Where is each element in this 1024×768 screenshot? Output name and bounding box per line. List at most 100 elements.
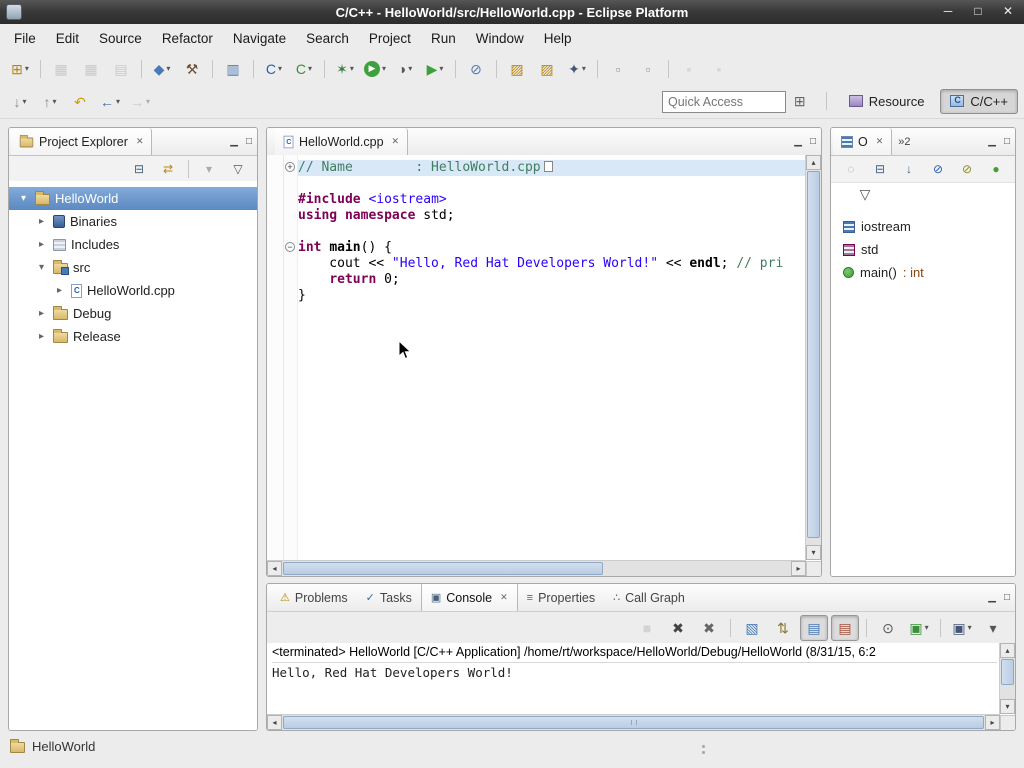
menu-file[interactable]: File bbox=[4, 27, 46, 50]
remove-launch-icon[interactable]: ✖ bbox=[664, 615, 692, 641]
debug-icon[interactable]: ✶▾ bbox=[331, 56, 359, 82]
hidden-tabs-indicator[interactable]: »2 bbox=[898, 136, 910, 148]
code-line[interactable]: using namespace std; bbox=[298, 208, 805, 224]
expander-collapsed-icon[interactable]: ▸ bbox=[35, 239, 48, 250]
menu-run[interactable]: Run bbox=[421, 27, 466, 50]
scroll-right-icon[interactable] bbox=[791, 561, 806, 576]
link-with-editor-icon[interactable]: ⇄ bbox=[155, 158, 181, 180]
code-line[interactable] bbox=[298, 224, 805, 240]
expander-expanded-icon[interactable]: ▾ bbox=[17, 193, 30, 204]
code-line[interactable]: } bbox=[298, 288, 805, 304]
external-tools-icon[interactable]: ▶▾ bbox=[421, 56, 449, 82]
console-output[interactable]: Hello, Red Hat Developers World! bbox=[272, 665, 997, 680]
dropdown-arrow-icon[interactable]: ▾ bbox=[968, 623, 972, 632]
tree-item-includes[interactable]: ▸Includes bbox=[9, 233, 257, 256]
tab-helloworld-cpp[interactable]: HelloWorld.cpp bbox=[275, 128, 408, 155]
outline-item-iostream[interactable]: iostream bbox=[831, 215, 1015, 238]
dropdown-arrow-icon[interactable]: ▾ bbox=[408, 64, 412, 73]
maximize-panel-button[interactable]: □ bbox=[246, 137, 252, 147]
collapse-all-icon[interactable]: ⊟ bbox=[126, 158, 152, 180]
minimize-button[interactable]: ─ bbox=[938, 2, 958, 20]
view-menu-icon[interactable]: ▽ bbox=[225, 158, 251, 180]
scroll-left-icon[interactable] bbox=[267, 715, 282, 730]
code-line[interactable]: int main() { bbox=[298, 240, 805, 256]
hide-static-members-icon[interactable]: ⊘ bbox=[954, 158, 980, 180]
tab-console[interactable]: ▣Console bbox=[421, 584, 518, 611]
toggle-mark-occurrences-icon[interactable]: ▫ bbox=[604, 56, 632, 82]
quick-access-input[interactable] bbox=[662, 91, 786, 113]
build-all-icon[interactable]: ⚒ bbox=[178, 56, 206, 82]
menu-search[interactable]: Search bbox=[296, 27, 359, 50]
open-perspective-icon[interactable]: ⊞ bbox=[786, 88, 814, 114]
menu-navigate[interactable]: Navigate bbox=[223, 27, 296, 50]
menu-window[interactable]: Window bbox=[466, 27, 534, 50]
hide-non-public-members-icon[interactable]: ● bbox=[983, 158, 1009, 180]
menu-edit[interactable]: Edit bbox=[46, 27, 89, 50]
scroll-up-icon[interactable] bbox=[1000, 643, 1015, 658]
scroll-down-icon[interactable] bbox=[1000, 699, 1015, 714]
expander-expanded-icon[interactable]: ▾ bbox=[35, 262, 48, 273]
profile-icon[interactable]: ◑▾ bbox=[391, 56, 419, 82]
scrollbar-thumb[interactable] bbox=[283, 562, 603, 575]
tab-project-explorer[interactable]: Project Explorer bbox=[11, 128, 152, 155]
scrollbar-thumb[interactable] bbox=[1001, 659, 1014, 685]
scroll-left-icon[interactable] bbox=[267, 561, 282, 576]
editor-vertical-scrollbar[interactable] bbox=[805, 155, 821, 560]
clear-console-icon[interactable]: ▧ bbox=[738, 615, 766, 641]
collapse-all-icon[interactable]: ⊟ bbox=[867, 158, 893, 180]
code-line[interactable]: // Name : HelloWorld.cpp bbox=[298, 160, 805, 176]
run-icon[interactable]: ▶▾ bbox=[361, 56, 389, 82]
menu-source[interactable]: Source bbox=[89, 27, 152, 50]
scrollbar-thumb[interactable] bbox=[807, 171, 820, 538]
scroll-up-icon[interactable] bbox=[806, 155, 821, 170]
dropdown-arrow-icon[interactable]: ▾ bbox=[146, 97, 150, 106]
menu-refactor[interactable]: Refactor bbox=[152, 27, 223, 50]
remove-all-terminated-icon[interactable]: ✖ bbox=[695, 615, 723, 641]
tree-item-release[interactable]: ▸Release bbox=[9, 325, 257, 348]
dropdown-arrow-icon[interactable]: ▾ bbox=[25, 64, 29, 73]
build-project-icon[interactable]: ▥ bbox=[219, 56, 247, 82]
tab-properties[interactable]: ≡Properties bbox=[518, 584, 604, 611]
code-line[interactable]: #include <iostream> bbox=[298, 192, 805, 208]
outline-item-main-[interactable]: main() : int bbox=[831, 261, 1015, 284]
expander-collapsed-icon[interactable]: ▸ bbox=[35, 331, 48, 342]
code-line[interactable]: cout << "Hello, Red Hat Developers World… bbox=[298, 256, 805, 272]
perspective-cc-button[interactable]: C/C++ bbox=[940, 89, 1018, 114]
scroll-right-icon[interactable] bbox=[985, 715, 1000, 730]
close-tab-icon[interactable] bbox=[392, 136, 400, 147]
new-source-file-icon[interactable]: C▾ bbox=[260, 56, 288, 82]
dropdown-arrow-icon[interactable]: ▾ bbox=[350, 64, 354, 73]
previous-annotation-icon[interactable]: ↑▾ bbox=[36, 89, 64, 115]
show-stdout-when-changed-icon[interactable]: ▤ bbox=[800, 615, 828, 641]
console-vertical-scrollbar[interactable] bbox=[999, 643, 1015, 714]
sort-icon[interactable]: ↓ bbox=[896, 158, 922, 180]
dropdown-arrow-icon[interactable]: ▾ bbox=[22, 97, 26, 106]
view-menu-icon[interactable]: ▾ bbox=[979, 615, 1007, 641]
maximize-panel-button[interactable]: □ bbox=[1004, 137, 1010, 147]
new-cpp-project-icon[interactable]: ◆▾ bbox=[148, 56, 176, 82]
dropdown-arrow-icon[interactable]: ▾ bbox=[925, 623, 929, 632]
dropdown-arrow-icon[interactable]: ▾ bbox=[308, 64, 312, 73]
tree-item-binaries[interactable]: ▸Binaries bbox=[9, 210, 257, 233]
dropdown-arrow-icon[interactable]: ▾ bbox=[166, 64, 170, 73]
code-line[interactable] bbox=[298, 176, 805, 192]
minimize-panel-button[interactable]: ▁ bbox=[988, 137, 996, 147]
fold-collapsed-icon[interactable]: + bbox=[285, 162, 295, 172]
close-tab-icon[interactable] bbox=[136, 136, 144, 147]
expander-collapsed-icon[interactable]: ▸ bbox=[35, 216, 48, 227]
dropdown-arrow-icon[interactable]: ▾ bbox=[52, 97, 56, 106]
search-icon[interactable]: ✦▾ bbox=[563, 56, 591, 82]
pin-console-icon[interactable]: ⊙ bbox=[874, 615, 902, 641]
tab-problems[interactable]: ⚠Problems bbox=[271, 584, 357, 611]
maximize-button[interactable]: □ bbox=[968, 2, 988, 20]
last-edit-location-icon[interactable]: ↶ bbox=[66, 89, 94, 115]
skip-all-breakpoints-icon[interactable]: ⊘ bbox=[462, 56, 490, 82]
minimize-panel-button[interactable]: ▁ bbox=[230, 137, 238, 147]
minimize-panel-button[interactable]: ▁ bbox=[794, 137, 802, 147]
expander-collapsed-icon[interactable]: ▸ bbox=[35, 308, 48, 319]
hide-fields-icon[interactable]: ⊘ bbox=[925, 158, 951, 180]
tree-item-debug[interactable]: ▸Debug bbox=[9, 302, 257, 325]
next-annotation-icon[interactable]: ↓▾ bbox=[6, 89, 34, 115]
tree-item-helloworld-cpp[interactable]: ▸HelloWorld.cpp bbox=[9, 279, 257, 302]
scroll-down-icon[interactable] bbox=[806, 545, 821, 560]
